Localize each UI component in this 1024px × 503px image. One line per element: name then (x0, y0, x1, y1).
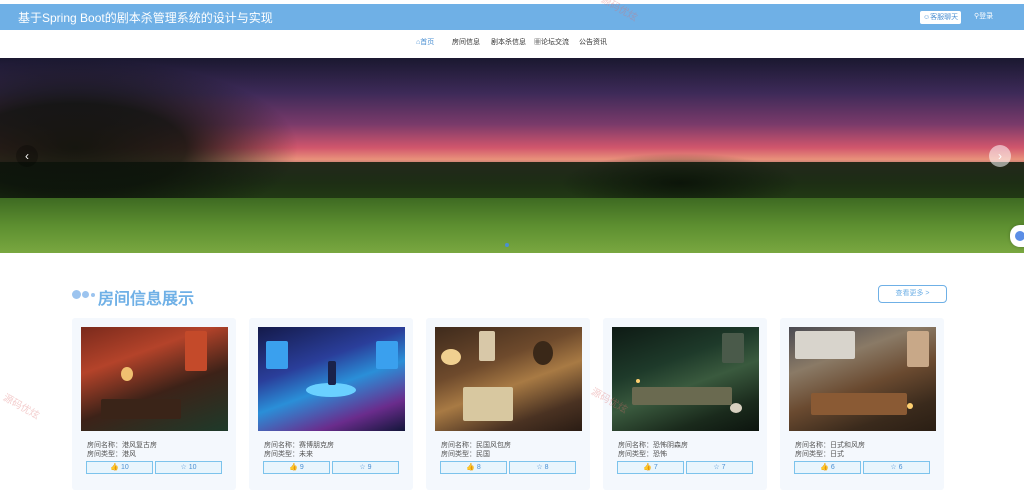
section-decoration-icon (72, 289, 96, 301)
like-button[interactable]: 👍 9 (263, 461, 330, 474)
room-image[interactable] (81, 327, 228, 431)
star-icon: ☆ (359, 464, 366, 471)
room-card[interactable]: 房间名称：日式和风房 房间类型：日式 👍 6 ☆ 6 (780, 318, 944, 490)
room-type: 房间类型：民国 (441, 451, 490, 458)
page: 基于Spring Boot的剧本杀管理系统的设计与实现 ☺客服聊天 ⚲登录 ⌂首… (0, 0, 1024, 503)
login-button[interactable]: ⚲登录 (974, 10, 993, 24)
main-nav: ⌂首页 房间信息 剧本杀信息 ▦论坛交流 公告资讯 (0, 36, 1024, 50)
room-card[interactable]: 房间名称：港风复古房 房间类型：港风 👍 10 ☆ 10 (72, 318, 236, 490)
nav-item-home[interactable]: ⌂首页 (416, 36, 434, 50)
watermark: 源码优炫 (0, 392, 42, 422)
login-label: 登录 (979, 13, 994, 20)
like-button[interactable]: 👍 8 (440, 461, 507, 474)
favorite-button[interactable]: ☆ 6 (863, 461, 930, 474)
floating-assistant-button[interactable] (1010, 225, 1024, 247)
room-image[interactable] (789, 327, 936, 431)
site-title: 基于Spring Boot的剧本杀管理系统的设计与实现 (18, 11, 273, 25)
nav-item-forum[interactable]: ▦论坛交流 (534, 36, 569, 50)
room-type: 房间类型：未来 (264, 451, 313, 458)
nav-item-script-info[interactable]: 剧本杀信息 (491, 36, 526, 50)
star-icon: ☆ (180, 464, 187, 471)
like-button[interactable]: 👍 10 (86, 461, 153, 474)
hero-banner[interactable]: ‹ › (0, 58, 1024, 253)
banner-trees (560, 153, 800, 203)
favorite-button[interactable]: ☆ 9 (332, 461, 399, 474)
thumbs-up-icon: 👍 (643, 464, 652, 471)
room-image[interactable] (612, 327, 759, 431)
room-image[interactable] (258, 327, 405, 431)
like-button[interactable]: 👍 6 (794, 461, 861, 474)
chevron-left-icon: ‹ (25, 149, 29, 163)
thumbs-up-icon: 👍 (110, 464, 119, 471)
favorite-button[interactable]: ☆ 7 (686, 461, 753, 474)
nav-item-room-info[interactable]: 房间信息 (452, 36, 480, 50)
room-type: 房间类型：恐怖 (618, 451, 667, 458)
room-type: 房间类型：日式 (795, 451, 844, 458)
nav-item-announcements[interactable]: 公告资讯 (579, 36, 607, 50)
like-button[interactable]: 👍 7 (617, 461, 684, 474)
carousel-indicator[interactable] (505, 243, 509, 247)
thumbs-up-icon: 👍 (820, 464, 829, 471)
nav-item-label: 论坛交流 (541, 39, 569, 46)
thumbs-up-icon: 👍 (466, 464, 475, 471)
room-card[interactable]: 房间名称：赛博朋克房 房间类型：未来 👍 9 ☆ 9 (249, 318, 413, 490)
star-icon: ☆ (890, 464, 897, 471)
thumbs-up-icon: 👍 (289, 464, 298, 471)
room-image[interactable] (435, 327, 582, 431)
nav-item-label: 首页 (420, 39, 435, 46)
favorite-button[interactable]: ☆ 10 (155, 461, 222, 474)
star-icon: ☆ (536, 464, 543, 471)
assistant-icon (1015, 231, 1024, 241)
grid-icon: ▦ (534, 39, 541, 46)
star-icon: ☆ (713, 464, 720, 471)
header-bar: 基于Spring Boot的剧本杀管理系统的设计与实现 ☺客服聊天 ⚲登录 (0, 4, 1024, 30)
favorite-button[interactable]: ☆ 8 (509, 461, 576, 474)
room-card[interactable]: 房间名称：民国风包房 房间类型：民国 👍 8 ☆ 8 (426, 318, 590, 490)
banner-grass (0, 198, 1024, 253)
carousel-prev-button[interactable]: ‹ (16, 145, 38, 167)
section-title: 房间信息展示 (98, 291, 195, 308)
banner-trees (0, 58, 300, 208)
customer-service-button[interactable]: ☺客服聊天 (920, 11, 962, 24)
carousel-next-button[interactable]: › (989, 145, 1011, 167)
view-more-button[interactable]: 查看更多 > (878, 285, 947, 303)
chevron-right-icon: › (998, 149, 1002, 163)
room-type: 房间类型：港风 (87, 451, 136, 458)
